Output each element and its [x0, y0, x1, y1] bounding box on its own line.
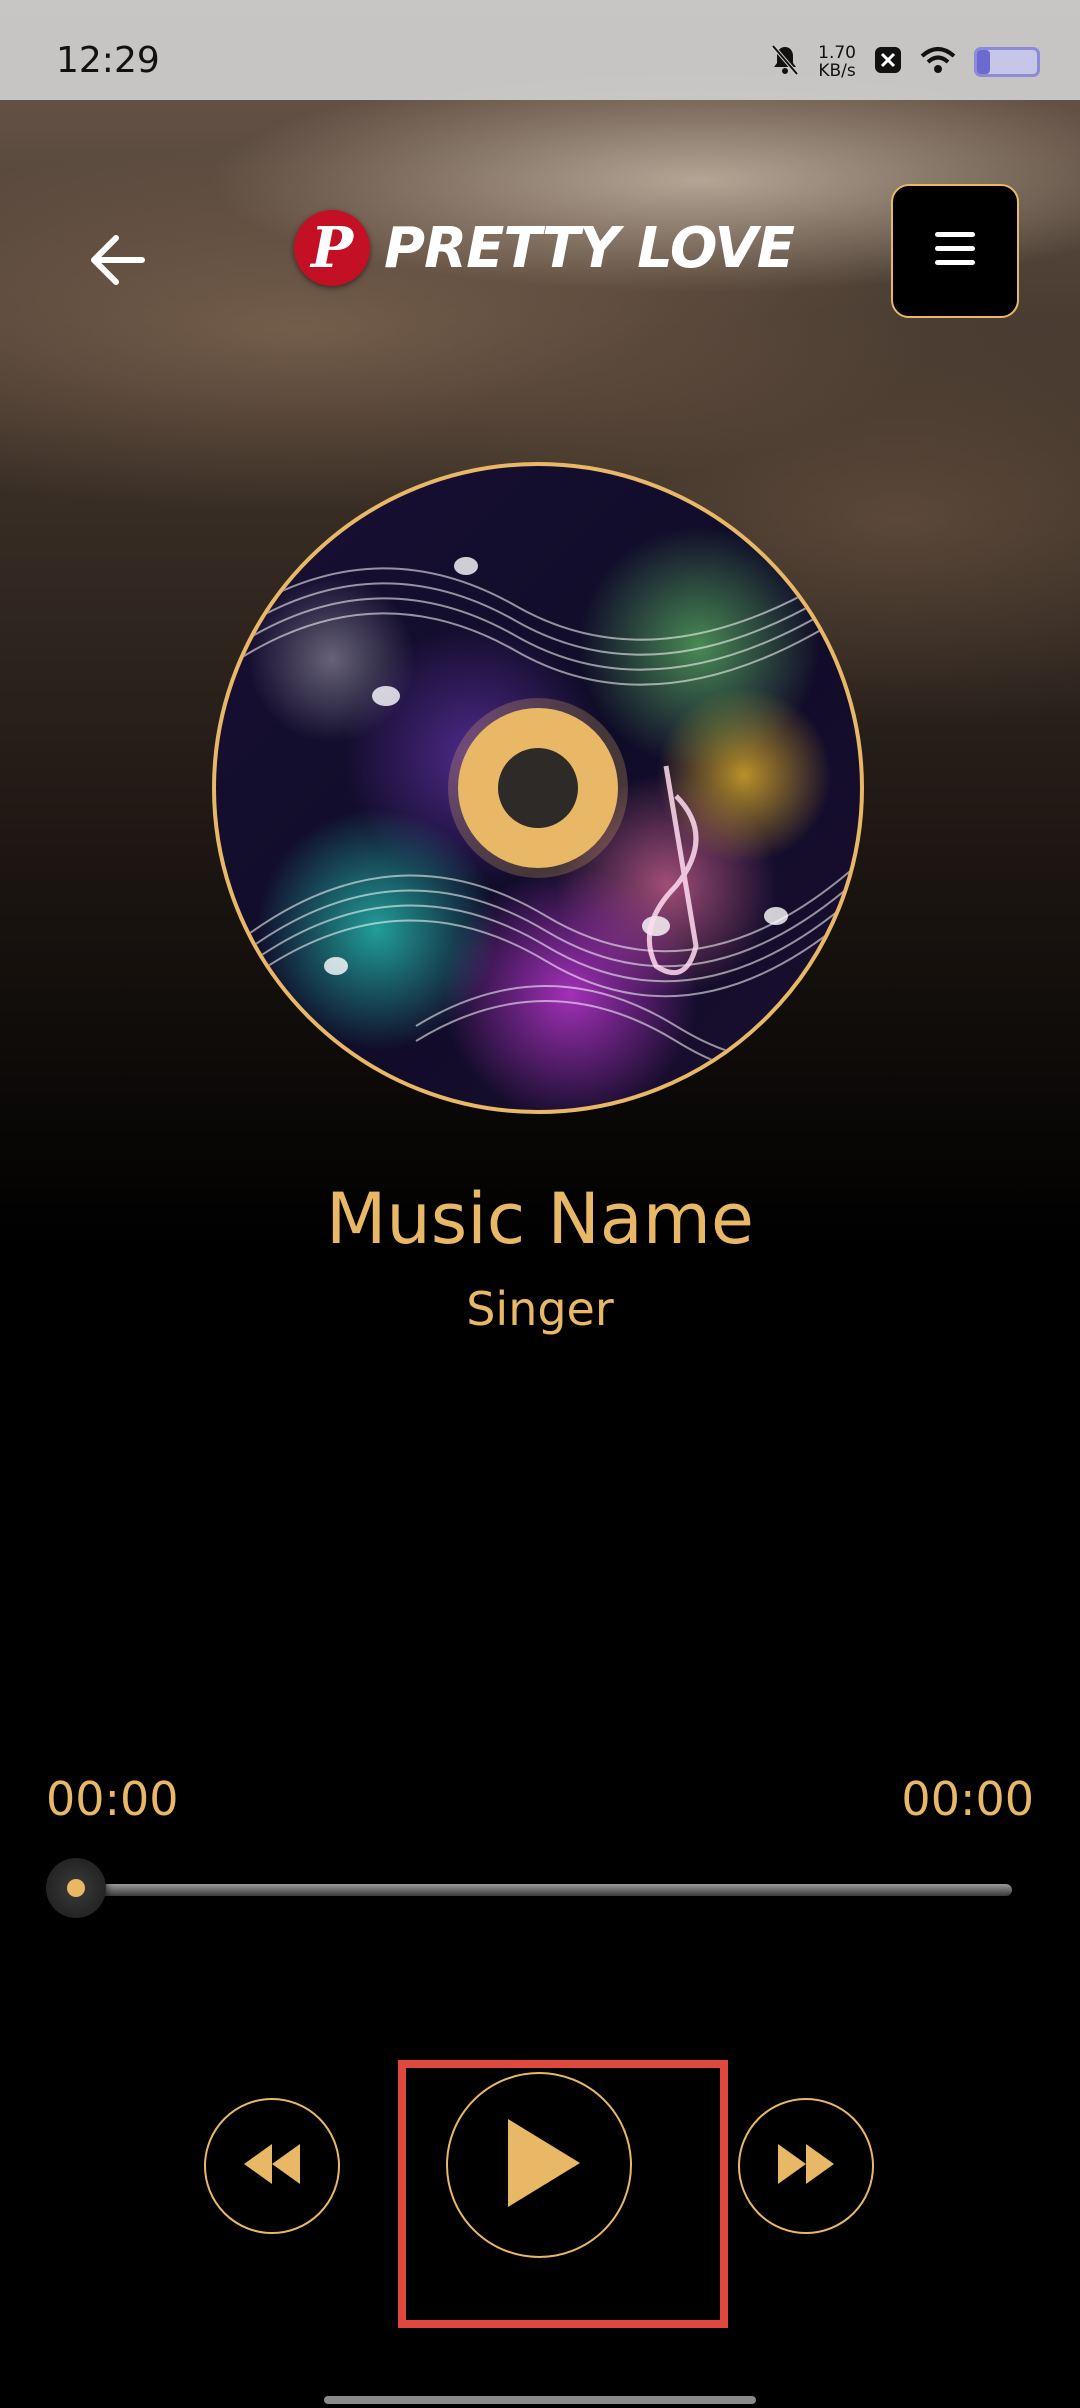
fast-forward-icon: [774, 2140, 838, 2192]
status-icons: 1.70 KB/s: [770, 44, 1040, 80]
total-time: 00:00: [901, 1772, 1034, 1826]
wifi-icon: [920, 46, 956, 78]
network-speed-unit: KB/s: [818, 61, 856, 81]
fast-forward-button[interactable]: [738, 2098, 874, 2234]
arrow-left-icon: [80, 235, 160, 304]
bell-muted-icon: [770, 44, 800, 80]
album-disc: [212, 462, 864, 1114]
disc-center-hole: [498, 748, 578, 828]
progress-thumb-dot: [67, 1879, 85, 1897]
back-button[interactable]: [80, 220, 160, 300]
brand-logo: P PRETTY LOVE: [294, 210, 795, 286]
home-indicator[interactable]: [324, 2396, 756, 2404]
x-app-icon: [874, 46, 902, 78]
network-speed: 1.70 KB/s: [818, 44, 856, 80]
battery-level: [977, 50, 991, 74]
menu-button[interactable]: [891, 184, 1019, 318]
logo-badge: P: [294, 210, 370, 286]
disc-center-ring: [458, 708, 618, 868]
progress-bar[interactable]: [60, 1884, 1012, 1896]
current-time: 00:00: [46, 1772, 179, 1826]
hamburger-menu-icon: [933, 230, 977, 272]
network-speed-value: 1.70: [818, 43, 856, 63]
track-title: Music Name: [326, 1178, 754, 1260]
rewind-icon: [240, 2140, 304, 2192]
header: P PRETTY LOVE: [0, 160, 1080, 320]
progress-thumb[interactable]: [46, 1858, 106, 1918]
track-singer: Singer: [466, 1282, 614, 1336]
status-time: 12:29: [56, 40, 160, 81]
highlight-box: [398, 2060, 728, 2328]
logo-text: PRETTY LOVE: [384, 215, 795, 281]
battery-icon: [974, 47, 1040, 77]
status-bar: 12:29 1.70 KB/s: [0, 0, 1080, 100]
rewind-button[interactable]: [204, 2098, 340, 2234]
